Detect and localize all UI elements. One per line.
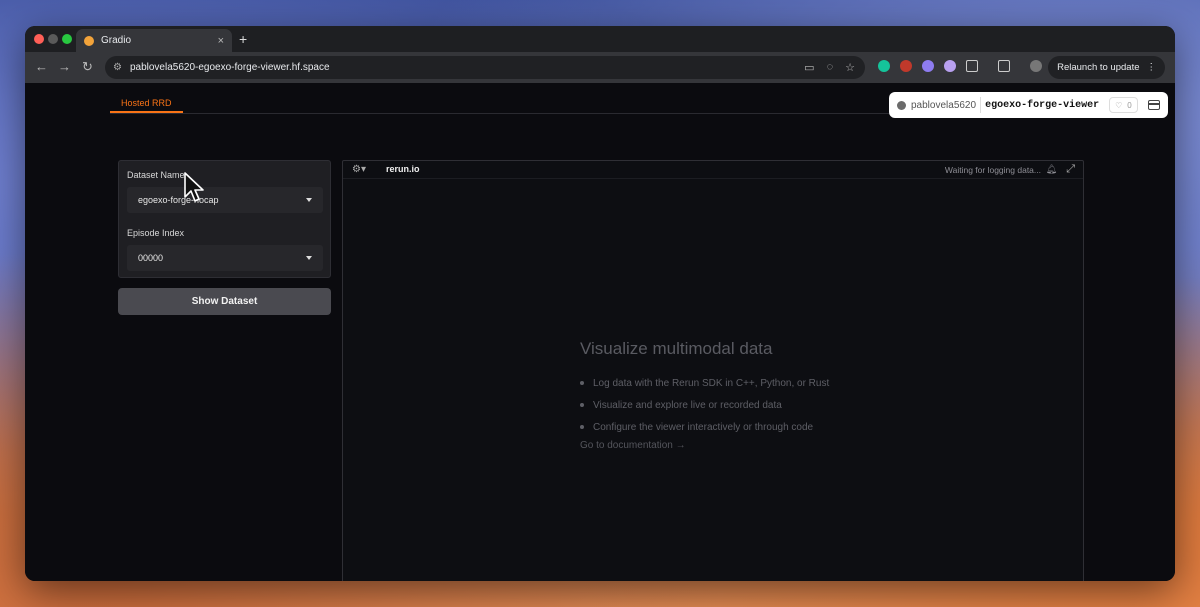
browser-tab[interactable]: Gradio ×	[76, 29, 232, 52]
browser-window: Gradio × + ← → ↻ ⚙ pablovela5620-egoexo-…	[25, 26, 1175, 581]
status-text: Waiting for logging data...	[944, 165, 1041, 175]
extension-red-icon[interactable]	[900, 60, 912, 72]
list-item: Visualize and explore live or recorded d…	[580, 394, 829, 416]
like-count: 0	[1127, 100, 1132, 110]
viewer-topbar: ⚙▾ rerun.io Waiting for logging data... …	[343, 161, 1083, 179]
browser-toolbar: ← → ↻ ⚙ pablovela5620-egoexo-forge-viewe…	[25, 52, 1175, 83]
bullet-text: Visualize and explore live or recorded d…	[593, 399, 782, 411]
hf-space-badge: pablovela5620 egoexo-forge-viewer ♡ 0	[889, 92, 1168, 118]
gradio-icon	[84, 35, 94, 46]
episode-index-value: 00000	[138, 253, 164, 263]
relaunch-label: Relaunch to update	[1057, 62, 1140, 73]
url-text: pablovela5620-egoexo-forge-viewer.hf.spa…	[129, 62, 330, 73]
documentation-link[interactable]: Go to documentation →	[580, 440, 686, 451]
reload-icon[interactable]: ↻	[82, 59, 93, 75]
install-app-icon[interactable]: ▭	[804, 61, 814, 74]
bullet-icon	[580, 425, 584, 429]
mouse-cursor-icon	[184, 172, 204, 202]
fullscreen-icon[interactable]: ⤢	[1066, 163, 1075, 176]
welcome-title: Visualize multimodal data	[580, 339, 773, 358]
bullet-text: Log data with the Rerun SDK in C++, Pyth…	[593, 377, 830, 389]
tab-hosted-rrd[interactable]: Hosted RRD	[110, 94, 183, 113]
episode-index-label: Episode Index	[127, 228, 185, 238]
close-window-button[interactable]	[34, 34, 44, 44]
back-icon[interactable]: ←	[35, 59, 48, 74]
show-dataset-button[interactable]: Show Dataset	[118, 288, 331, 315]
extensions-puzzle-icon[interactable]	[966, 60, 978, 72]
page-content: Hosted RRD pablovela5620 egoexo-forge-vi…	[25, 83, 1175, 581]
bookmark-star-icon[interactable]: ☆	[845, 61, 855, 74]
heart-icon: ♡	[1115, 100, 1123, 110]
chevron-down-icon	[306, 256, 312, 260]
minimize-window-button[interactable]	[48, 34, 58, 44]
relaunch-button[interactable]: Relaunch to update ⋮	[1048, 56, 1165, 79]
new-tab-button[interactable]: +	[239, 31, 247, 47]
welcome-bullets: Log data with the Rerun SDK in C++, Pyth…	[580, 372, 829, 438]
bullet-icon	[580, 403, 584, 407]
dataset-name-label: Dataset Name	[127, 170, 185, 180]
extension-lavender-icon[interactable]	[944, 60, 956, 72]
user-avatar[interactable]	[897, 100, 906, 110]
extension-purple-icon[interactable]	[922, 60, 934, 72]
address-bar[interactable]: ⚙ pablovela5620-egoexo-forge-viewer.hf.s…	[105, 56, 865, 79]
chevron-down-icon	[306, 198, 312, 202]
divider	[980, 97, 982, 113]
close-tab-icon[interactable]: ×	[218, 35, 224, 47]
space-menu-icon[interactable]	[1148, 100, 1160, 110]
list-item: Log data with the Rerun SDK in C++, Pyth…	[580, 372, 829, 394]
site-settings-icon[interactable]: ⚙	[113, 62, 122, 73]
tab-strip: Gradio × +	[25, 26, 1175, 52]
maximize-window-button[interactable]	[62, 34, 72, 44]
hf-repo-name[interactable]: egoexo-forge-viewer	[985, 100, 1099, 111]
extensions-area	[878, 60, 1042, 72]
tab-title: Gradio	[101, 35, 132, 46]
list-item: Configure the viewer interactively or th…	[580, 416, 829, 438]
bell-icon[interactable]: 🔔︎	[1046, 164, 1057, 175]
profile-avatar-icon[interactable]	[1030, 60, 1042, 72]
rerun-viewer[interactable]: ⚙▾ rerun.io Waiting for logging data... …	[342, 160, 1084, 581]
bullet-icon	[580, 381, 584, 385]
bullet-text: Configure the viewer interactively or th…	[593, 421, 814, 433]
dataset-name-value: egoexo-forge-hocap	[138, 195, 219, 205]
eye-off-icon[interactable]: ◌	[827, 61, 834, 74]
rerun-menu-icon[interactable]: ⚙▾	[352, 164, 366, 175]
more-menu-icon[interactable]: ⋮	[1147, 62, 1157, 73]
rerun-brand[interactable]: rerun.io	[386, 164, 420, 174]
dataset-form: Dataset Name egoexo-forge-hocap Episode …	[118, 160, 331, 278]
episode-index-dropdown[interactable]: 00000	[127, 245, 323, 271]
like-button[interactable]: ♡ 0	[1109, 97, 1138, 113]
dataset-name-dropdown[interactable]: egoexo-forge-hocap	[127, 187, 323, 213]
grammarly-icon[interactable]	[878, 60, 890, 72]
forward-icon[interactable]: →	[58, 59, 71, 74]
tab-search-icon[interactable]	[998, 60, 1010, 72]
hf-username[interactable]: pablovela5620	[911, 100, 976, 111]
